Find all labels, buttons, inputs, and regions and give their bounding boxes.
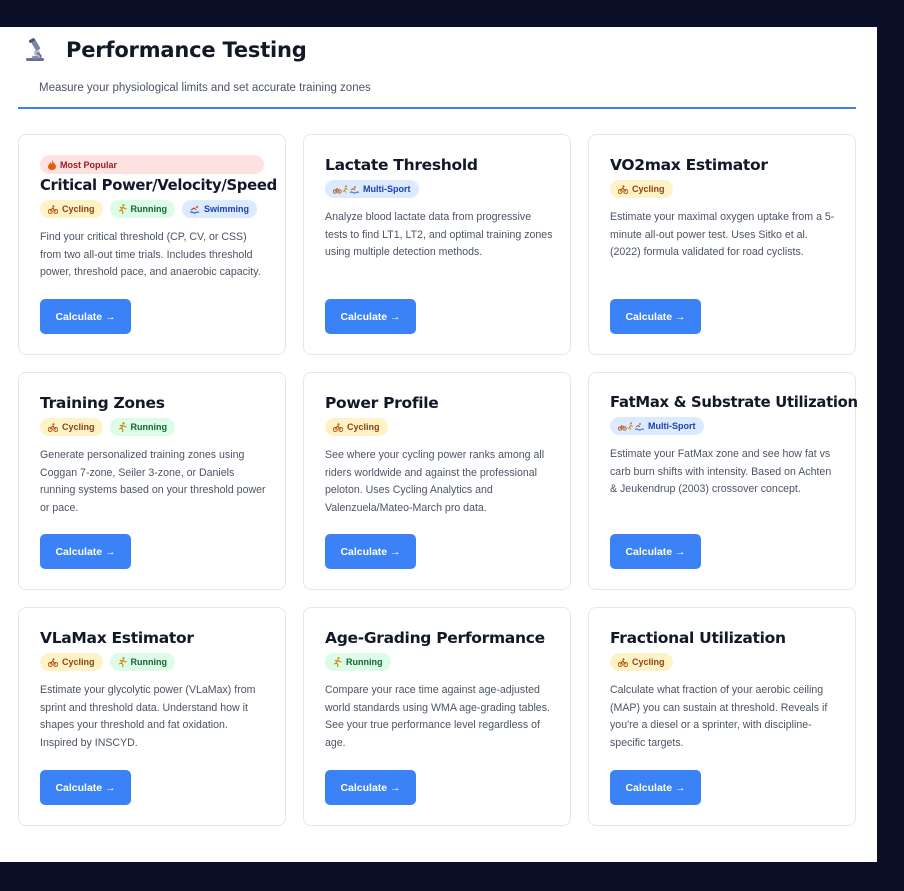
card-lactate-threshold: Lactate Threshold Multi-Sport Analyze bl…: [303, 134, 571, 355]
tag-label: Running: [130, 204, 168, 214]
tag-cycling: Cycling: [40, 200, 103, 218]
card-critical-power: Most Popular Critical Power/Velocity/Spe…: [18, 134, 286, 355]
runner-icon: [118, 657, 127, 667]
card-description: Analyze blood lactate data from progress…: [325, 211, 553, 258]
most-popular-badge: Most Popular: [40, 155, 264, 174]
tag-label: Cycling: [62, 422, 95, 432]
tag-cycling: Cycling: [610, 653, 673, 671]
card-title: VO2max Estimator: [610, 156, 768, 174]
card-description: Calculate what fraction of your aerobic …: [610, 684, 828, 749]
card-fatmax: FatMax & Substrate Utilization Multi-Spo…: [588, 372, 858, 590]
sport-tags: Cycling: [610, 653, 834, 671]
card-title: Age-Grading Performance: [325, 629, 545, 647]
swimmer-icon: [190, 205, 200, 214]
card-description: Find your critical threshold (CP, CV, or…: [40, 231, 261, 278]
card-description: Estimate your glycolytic power (VLaMax) …: [40, 684, 256, 749]
page-title: Performance Testing: [66, 38, 307, 62]
tag-label: Cycling: [62, 657, 95, 667]
tag-label: Running: [130, 657, 168, 667]
sport-tags: Multi-Sport: [610, 417, 834, 435]
sport-tags: Cycling: [325, 418, 549, 436]
tag-label: Cycling: [62, 204, 95, 214]
calculate-button[interactable]: Calculate →: [610, 534, 701, 569]
cyclist-icon: [48, 204, 58, 214]
card-vo2max-estimator: VO2max Estimator Cycling Estimate your m…: [588, 134, 856, 355]
tag-label: Running: [346, 657, 383, 667]
cyclist-icon: [48, 422, 58, 432]
tag-label: Cycling: [347, 422, 380, 432]
badge-label: Most Popular: [60, 159, 118, 170]
card-title: VLaMax Estimator: [40, 629, 194, 647]
card-description: See where your cycling power ranks among…: [325, 449, 545, 514]
calculate-button[interactable]: Calculate →: [610, 770, 701, 805]
calculate-button[interactable]: Calculate →: [325, 534, 416, 569]
tag-running: Running: [109, 418, 176, 436]
multi-sport-icons: [333, 184, 359, 194]
tag-running: Running: [109, 200, 176, 218]
tag-label: Multi-Sport: [363, 184, 411, 194]
fire-icon: [48, 159, 56, 170]
tag-swimming: Swimming: [182, 200, 258, 218]
card-title: Power Profile: [325, 394, 439, 412]
sport-tags: Cycling: [610, 180, 834, 198]
sport-tags: Multi-Sport: [325, 180, 549, 198]
cyclist-icon: [618, 184, 628, 194]
card-description: Estimate your maximal oxygen uptake from…: [610, 211, 835, 258]
page-subtitle: Measure your physiological limits and se…: [39, 82, 371, 94]
runner-icon: [118, 204, 127, 214]
card-description: Estimate your FatMax zone and see how fa…: [610, 448, 832, 495]
card-vlamax-estimator: VLaMax Estimator Cycling Running Estimat…: [18, 607, 286, 826]
sport-tags: Cycling Running Swimming: [40, 200, 264, 218]
tag-label: Cycling: [632, 184, 665, 194]
header-divider: [18, 107, 856, 109]
card-fractional-utilization: Fractional Utilization Cycling Calculate…: [588, 607, 856, 826]
card-power-profile: Power Profile Cycling See where your cyc…: [303, 372, 571, 590]
cyclist-icon: [333, 422, 343, 432]
calculate-button[interactable]: Calculate →: [40, 534, 131, 569]
calculate-button[interactable]: Calculate →: [40, 299, 131, 334]
tag-cycling: Cycling: [40, 653, 103, 671]
card-title: Training Zones: [40, 394, 165, 412]
tag-label: Swimming: [204, 204, 250, 214]
card-title: FatMax & Substrate Utilization: [610, 394, 858, 411]
sport-tags: Cycling Running: [40, 653, 264, 671]
tag-multi-sport: Multi-Sport: [325, 180, 419, 198]
card-title: Lactate Threshold: [325, 156, 478, 174]
card-description: Compare your race time against age-adjus…: [325, 684, 550, 749]
tag-cycling: Cycling: [40, 418, 103, 436]
tag-running: Running: [109, 653, 176, 671]
card-age-grading: Age-Grading Performance Running Compare …: [303, 607, 571, 826]
calculate-button[interactable]: Calculate →: [40, 770, 131, 805]
sport-tags: Running: [325, 653, 549, 671]
tag-label: Running: [130, 422, 168, 432]
card-training-zones: Training Zones Cycling Running Generate …: [18, 372, 286, 590]
main-panel: Performance Testing Measure your physiol…: [0, 27, 877, 862]
card-title: Critical Power/Velocity/Speed: [40, 177, 277, 194]
runner-icon: [118, 422, 127, 432]
cyclist-icon: [618, 657, 628, 667]
card-description: Generate personalized training zones usi…: [40, 449, 266, 514]
runner-icon: [333, 657, 342, 667]
sport-tags: Cycling Running: [40, 418, 264, 436]
calculate-button[interactable]: Calculate →: [325, 770, 416, 805]
cyclist-icon: [48, 657, 58, 667]
page-header: Performance Testing: [22, 37, 307, 63]
calculator-grid: Most Popular Critical Power/Velocity/Spe…: [18, 134, 858, 826]
calculate-button[interactable]: Calculate →: [610, 299, 701, 334]
tag-label: Cycling: [632, 657, 665, 667]
tag-cycling: Cycling: [325, 418, 388, 436]
tag-multi-sport: Multi-Sport: [610, 417, 704, 435]
card-title: Fractional Utilization: [610, 629, 786, 647]
microscope-icon: [22, 37, 48, 63]
tag-running: Running: [325, 653, 391, 671]
tag-label: Multi-Sport: [648, 421, 696, 431]
tag-cycling: Cycling: [610, 180, 673, 198]
calculate-button[interactable]: Calculate →: [325, 299, 416, 334]
multi-sport-icons: [618, 421, 644, 431]
